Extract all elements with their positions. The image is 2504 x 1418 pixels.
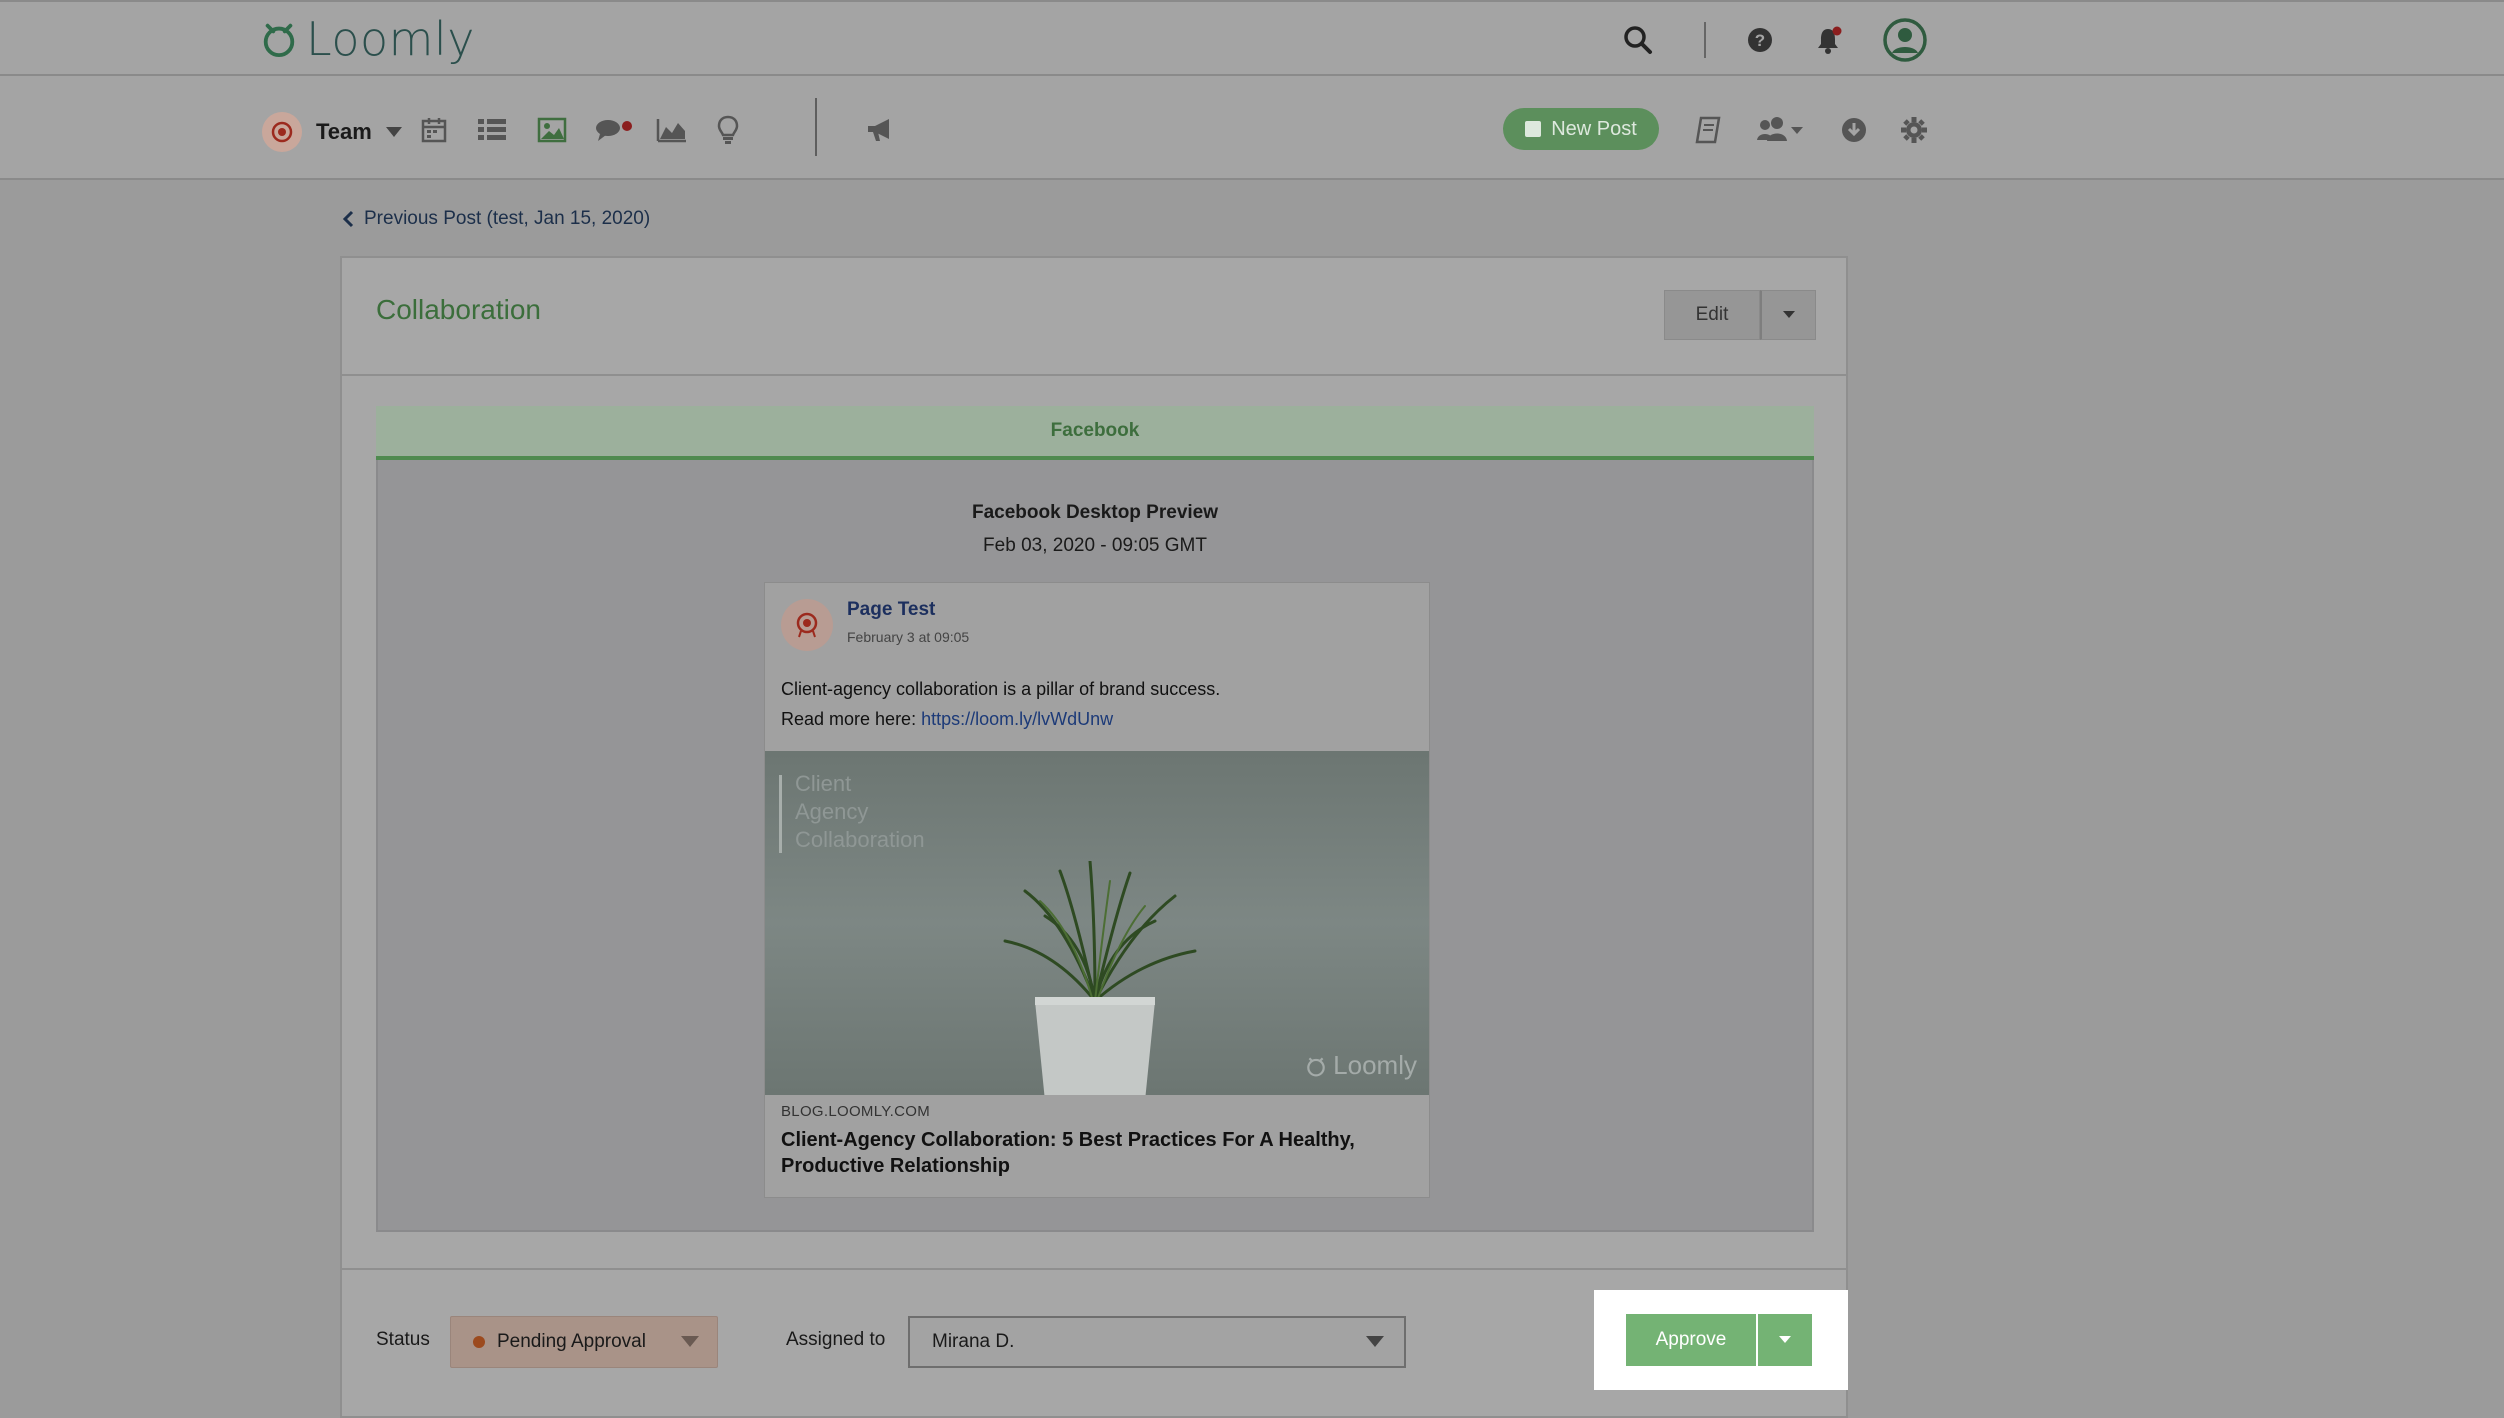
post-image: Client Agency Collaboration Loomly [765,751,1429,1095]
loomly-logo-icon [263,23,295,58]
user-avatar-icon[interactable] [1882,17,1928,63]
loomly-logo[interactable]: Loomly [260,12,475,66]
chevron-down-icon [385,127,402,137]
assigned-label: Assigned to [786,1329,886,1350]
post-title: Collaboration [376,294,541,325]
chevron-down-icon [1366,1336,1384,1347]
loomly-logo-icon [1307,1057,1325,1076]
preview-title: Facebook Desktop Preview [971,502,1219,523]
image-brand-text: Loomly [1333,1050,1417,1080]
panel-divider [342,374,1846,376]
svg-text:?: ? [1755,31,1765,50]
page-name[interactable]: Page Test [847,599,935,621]
topbar-divider [1704,22,1706,58]
panel-divider [342,1268,1846,1270]
read-more-prefix: Read more here: [781,709,922,729]
post-link[interactable]: https://loom.ly/lvWdUnw [921,709,1113,729]
app-name: Loomly [306,12,475,66]
approve-button[interactable]: Approve [1626,1314,1756,1366]
advocacy-icon[interactable] [860,110,900,150]
previous-post-link[interactable]: Previous Post (test, Jan 15, 2020) [342,208,650,230]
image-accent-bar [779,775,782,853]
status-value: Pending Approval [497,1331,646,1352]
notes-icon[interactable] [1688,110,1728,150]
download-icon[interactable] [1834,110,1874,150]
chevron-left-icon [342,210,354,228]
caret-down-icon [1779,1336,1791,1343]
previous-post-label: Previous Post (test, Jan 15, 2020) [364,208,651,229]
notification-bell-icon[interactable] [1808,20,1848,60]
settings-icon[interactable] [1894,110,1934,150]
team-avatar [262,112,302,152]
assignee-value: Mirana D. [932,1331,1015,1352]
analytics-icon[interactable] [652,110,692,150]
top-bar: Loomly ? [0,0,2504,76]
status-dot [473,1336,485,1348]
new-post-icon [1525,121,1542,137]
approve-dropdown-button[interactable] [1756,1314,1812,1366]
post-panel: Collaboration Edit Facebook Facebook Des… [340,256,1848,1418]
facebook-post-card: Page Test February 3 at 09:05 Client-age… [764,582,1430,1198]
calendar-icon[interactable] [414,110,454,150]
image-library-icon[interactable] [532,110,572,150]
post-text-link-line: Read more here: https://loom.ly/lvWdUnw [781,709,1113,730]
users-icon[interactable] [1752,110,1808,150]
image-text-line: Agency [795,799,869,824]
conversations-icon[interactable] [594,110,634,150]
potted-plant-illustration [1003,861,1197,1095]
team-switcher[interactable]: Team [262,112,402,152]
target-icon [796,612,818,638]
status-dropdown[interactable]: Pending Approval [450,1316,718,1368]
team-label: Team [316,119,372,144]
preview-area: Facebook Desktop Preview Feb 03, 2020 - … [376,460,1814,1232]
new-post-button[interactable]: New Post [1503,108,1659,150]
link-headline[interactable]: Client-Agency Collaboration: 5 Best Prac… [781,1127,1401,1179]
assignee-dropdown[interactable]: Mirana D. [908,1316,1406,1368]
ideas-icon[interactable] [708,110,748,150]
new-post-label: New Post [1551,117,1637,140]
list-icon[interactable] [472,110,512,150]
page-avatar [781,599,833,651]
post-timestamp: February 3 at 09:05 [847,629,970,645]
search-icon[interactable] [1618,20,1658,60]
approve-button-group: Approve [1626,1314,1812,1366]
link-domain: BLOG.LOOMLY.COM [781,1103,930,1120]
secondary-nav: Team New Post [0,76,2504,180]
image-brand-watermark: Loomly [1305,1050,1417,1081]
edit-button[interactable]: Edit [1664,290,1760,340]
image-text-line: Collaboration [795,827,925,852]
image-text-line: Client [795,771,852,796]
post-text: Client-agency collaboration is a pillar … [781,679,1221,699]
chevron-down-icon [681,1336,699,1347]
status-label: Status [376,1329,430,1350]
tab-facebook[interactable]: Facebook [376,406,1814,460]
nav-divider [815,98,817,156]
caret-down-icon [1782,311,1795,318]
edit-button-group: Edit [1664,290,1816,340]
target-icon [271,121,293,143]
edit-dropdown-button[interactable] [1760,290,1816,340]
preview-date: Feb 03, 2020 - 09:05 GMT [983,535,1207,556]
help-icon[interactable]: ? [1740,20,1780,60]
